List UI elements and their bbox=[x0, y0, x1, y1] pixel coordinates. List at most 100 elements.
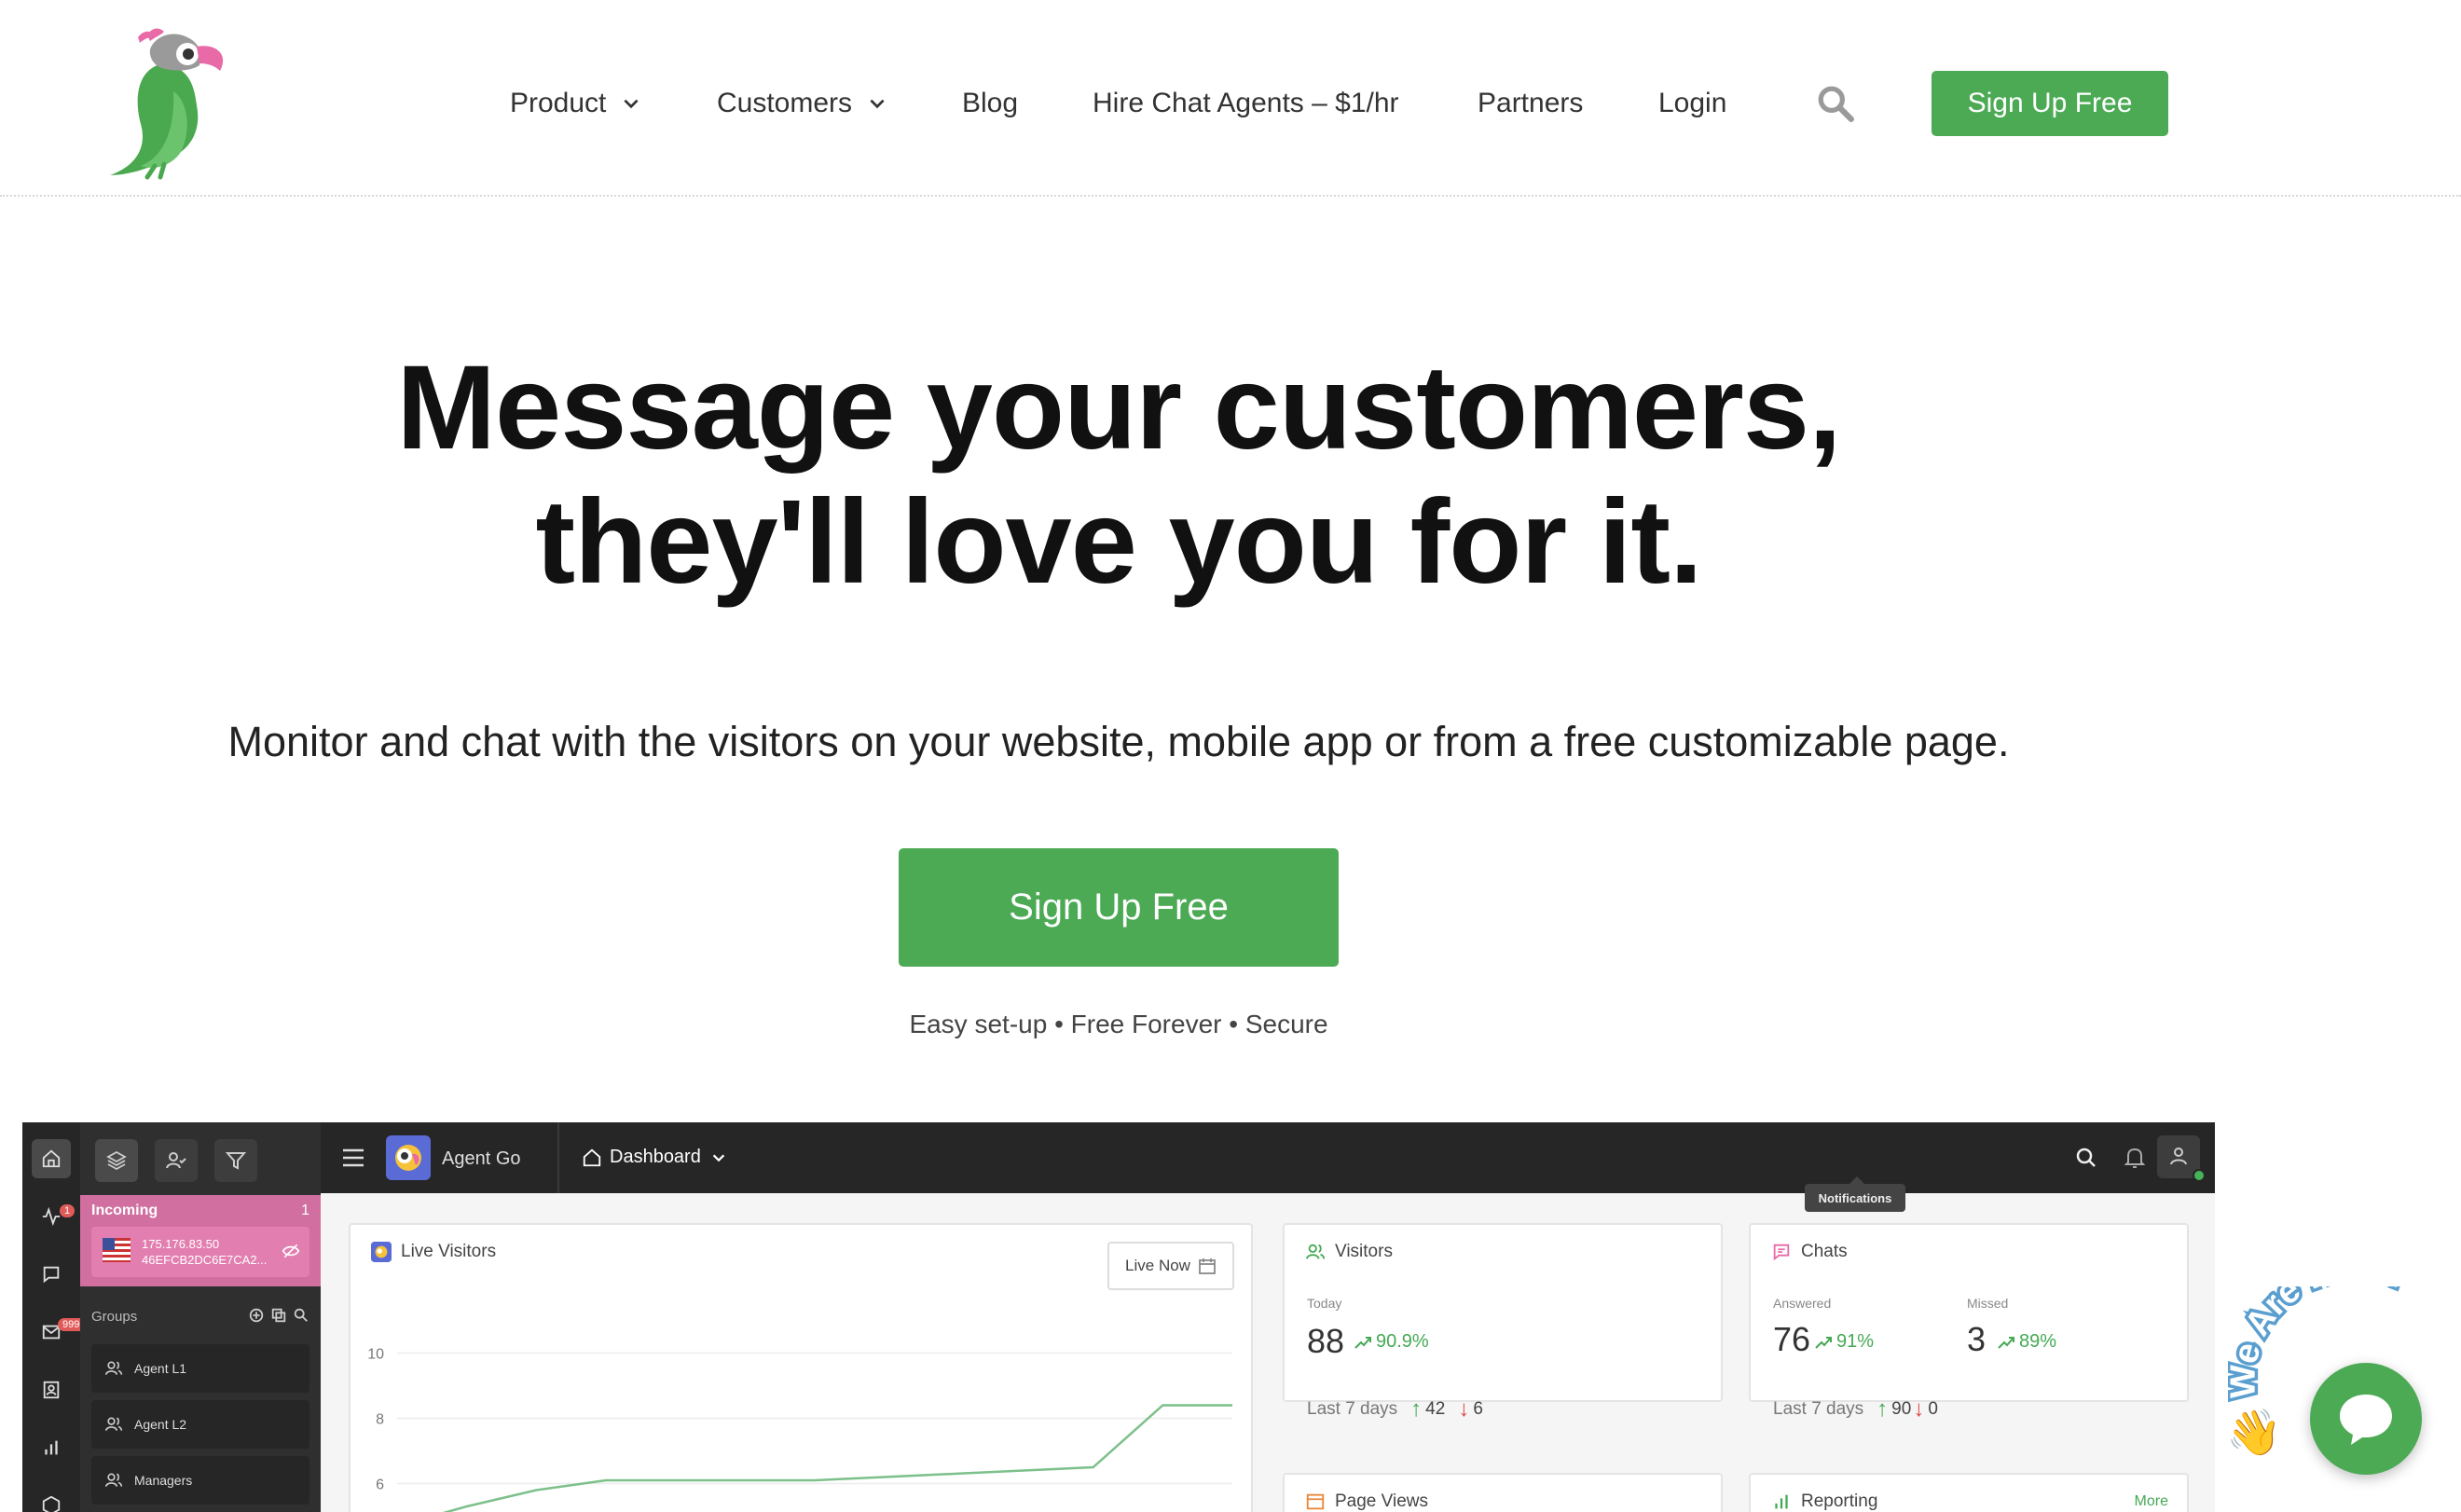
visitors-change: 90.9% bbox=[1354, 1331, 1429, 1353]
missed-change-value: 89% bbox=[2019, 1331, 2057, 1352]
nav-customers[interactable]: Customers bbox=[717, 76, 887, 131]
chats-last7: Last 7 days ↑ 90 ↓ 0 bbox=[1773, 1396, 1938, 1423]
groups-label: Groups bbox=[91, 1309, 138, 1325]
page-icon bbox=[1306, 1493, 1325, 1510]
layers-button[interactable] bbox=[95, 1139, 138, 1182]
visitors-down-count: 6 bbox=[1473, 1399, 1483, 1419]
group-row-agent-l2[interactable]: Agent L2 bbox=[91, 1400, 309, 1449]
reporting-card: Reporting More bbox=[1749, 1473, 2189, 1512]
visitors-card: Visitors Today 88 90.9% Last 7 days ↑ 42… bbox=[1283, 1223, 1723, 1422]
answered-value: 76 bbox=[1773, 1320, 1811, 1358]
dashboard-topbar: Agent Go Dashboard bbox=[321, 1122, 2215, 1193]
group-row-agent-l1[interactable]: Agent L1 bbox=[91, 1344, 309, 1393]
incoming-section: Incoming 1 175.176.83.50 46EFCB2DC6E7CA2… bbox=[80, 1195, 321, 1286]
group-row-managers[interactable]: Managers bbox=[91, 1456, 309, 1505]
visitors-sidebar: Incoming 1 175.176.83.50 46EFCB2DC6E7CA2… bbox=[80, 1122, 321, 1512]
chevron-down-icon bbox=[624, 99, 639, 109]
trend-up-icon bbox=[1815, 1336, 1832, 1349]
dashboard-menu[interactable]: Dashboard bbox=[582, 1147, 735, 1168]
online-status-dot bbox=[2193, 1169, 2206, 1182]
search-icon[interactable] bbox=[1816, 84, 1855, 123]
visitors-up-count: 42 bbox=[1425, 1399, 1446, 1419]
rail-contacts-button[interactable] bbox=[32, 1370, 71, 1409]
incoming-title: Incoming bbox=[91, 1203, 158, 1218]
live-now-label: Live Now bbox=[1125, 1257, 1190, 1274]
filter-button[interactable] bbox=[214, 1139, 257, 1182]
nav-login[interactable]: Login bbox=[1658, 76, 1726, 131]
activity-badge: 1 bbox=[60, 1204, 76, 1217]
nav-blog[interactable]: Blog bbox=[962, 76, 1018, 131]
chat-widget-button[interactable] bbox=[2310, 1363, 2422, 1475]
nav-hire-chat-agents[interactable]: Hire Chat Agents – $1/hr bbox=[1093, 76, 1399, 131]
agent-avatar[interactable] bbox=[386, 1135, 431, 1180]
visitor-ip: 175.176.83.50 bbox=[142, 1237, 220, 1251]
user-check-icon bbox=[166, 1152, 186, 1169]
chats-header: Chats bbox=[1771, 1242, 1848, 1262]
reporting-title: Reporting bbox=[1801, 1491, 1878, 1511]
group-name: Agent L2 bbox=[134, 1417, 187, 1432]
y-tick-label: 10 bbox=[367, 1347, 384, 1363]
group-name: Agent L1 bbox=[134, 1361, 187, 1376]
signup-hero-button[interactable]: Sign Up Free bbox=[899, 848, 1339, 967]
live-visitors-title: Live Visitors bbox=[401, 1242, 497, 1261]
nav-product[interactable]: Product bbox=[510, 76, 641, 131]
visitors-header: Visitors bbox=[1305, 1242, 1393, 1262]
chats-down-count: 0 bbox=[1928, 1399, 1938, 1419]
us-flag-icon bbox=[103, 1238, 131, 1262]
chat-bubble-icon bbox=[2340, 1395, 2392, 1445]
menu-icon[interactable] bbox=[341, 1147, 365, 1169]
bar-chart-icon bbox=[45, 1440, 58, 1455]
search-icon[interactable] bbox=[2073, 1145, 2099, 1171]
answered-change: 91% bbox=[1814, 1331, 1874, 1353]
visitor-id: 46EFCB2DC6E7CA2... bbox=[142, 1253, 268, 1267]
nav-partners[interactable]: Partners bbox=[1478, 76, 1583, 131]
chevron-down-icon bbox=[870, 99, 885, 109]
activity-icon bbox=[42, 1206, 61, 1227]
chat-icon bbox=[1773, 1244, 1790, 1261]
signup-header-button[interactable]: Sign Up Free bbox=[1932, 71, 2168, 136]
users-icon bbox=[1305, 1244, 1326, 1259]
dashboard-label: Dashboard bbox=[610, 1147, 701, 1167]
visitors-last7: Last 7 days ↑ 42 ↓ 6 bbox=[1307, 1396, 1483, 1423]
home-icon bbox=[583, 1148, 601, 1166]
missed-change: 89% bbox=[1997, 1331, 2056, 1353]
nav-hire-label: Hire Chat Agents – $1/hr bbox=[1093, 88, 1399, 118]
chats-card: Chats Answered 76 91% Missed 3 89% Last … bbox=[1749, 1223, 2189, 1422]
add-circle-icon[interactable] bbox=[248, 1307, 265, 1324]
answered-change-value: 91% bbox=[1836, 1331, 1875, 1352]
rail-home-button[interactable] bbox=[32, 1139, 71, 1178]
reporting-more-link[interactable]: More bbox=[2135, 1493, 2168, 1510]
nav-blog-label: Blog bbox=[962, 88, 1019, 118]
box-icon bbox=[42, 1495, 61, 1512]
chat-icon bbox=[43, 1266, 60, 1284]
parrot-logo-icon[interactable] bbox=[99, 26, 248, 180]
search-icon[interactable] bbox=[293, 1307, 309, 1324]
hero-subtitle: Monitor and chat with the visitors on yo… bbox=[227, 718, 2010, 765]
missed-value: 3 bbox=[1967, 1320, 1987, 1358]
visitors-change-value: 90.9% bbox=[1376, 1331, 1429, 1352]
copy-icon[interactable] bbox=[270, 1307, 287, 1324]
eye-off-icon[interactable] bbox=[282, 1242, 300, 1260]
arrow-up-icon: ↑ bbox=[1410, 1396, 1423, 1422]
agent-name: Agent Go bbox=[442, 1148, 521, 1169]
groups-tools bbox=[248, 1307, 309, 1324]
users-icon bbox=[104, 1417, 123, 1431]
arrow-down-icon: ↓ bbox=[1458, 1396, 1470, 1422]
live-visitors-card: Live Visitors Live Now 6 8 10 bbox=[349, 1223, 1253, 1512]
rail-reports-button[interactable] bbox=[32, 1428, 71, 1467]
missed-label: Missed bbox=[1967, 1296, 2009, 1311]
bar-chart-icon bbox=[1775, 1494, 1788, 1509]
hero-headline-line1: Message your customers, bbox=[396, 341, 1841, 474]
rail-chat-button[interactable] bbox=[32, 1255, 71, 1294]
arrow-down-icon: ↓ bbox=[1913, 1396, 1925, 1422]
live-now-filter[interactable]: Live Now bbox=[1107, 1242, 1234, 1290]
assign-agent-button[interactable] bbox=[155, 1139, 198, 1182]
incoming-visitor-card[interactable]: 175.176.83.50 46EFCB2DC6E7CA2... bbox=[91, 1227, 309, 1277]
page-views-header: Page Views bbox=[1305, 1491, 1428, 1512]
bell-icon[interactable] bbox=[2122, 1145, 2148, 1171]
last7-label: Last 7 days bbox=[1307, 1399, 1398, 1419]
rail-apps-button[interactable] bbox=[32, 1486, 71, 1512]
topbar-divider bbox=[557, 1122, 559, 1193]
trend-up-icon bbox=[1998, 1336, 2014, 1349]
visitors-value: 88 bbox=[1307, 1322, 1345, 1360]
